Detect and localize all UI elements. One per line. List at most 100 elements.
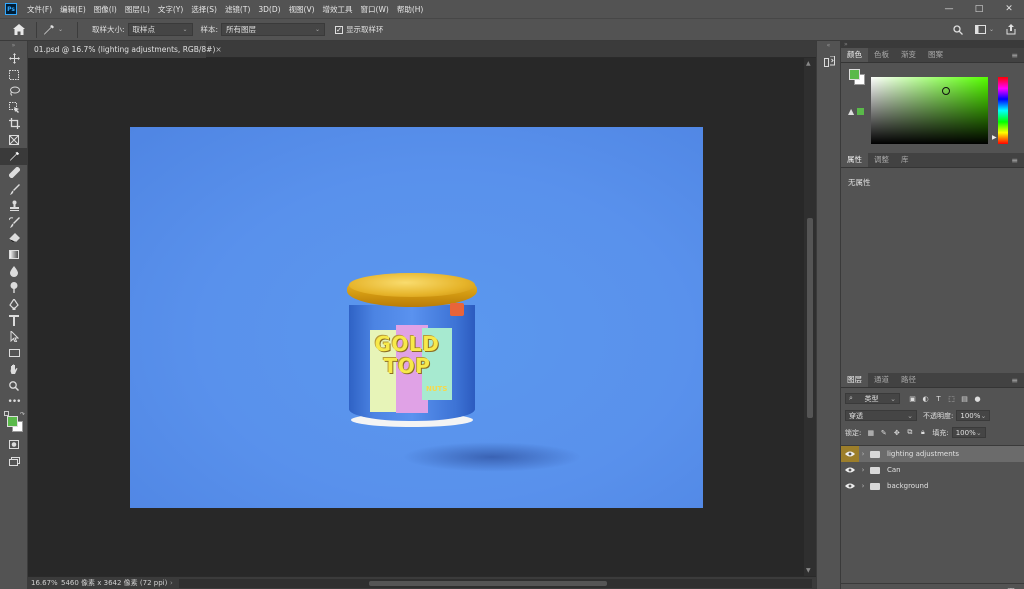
zoom-tool[interactable] [0, 378, 28, 394]
tab-adjustments[interactable]: 调整 [868, 153, 895, 167]
canvas-area[interactable]: GOLD TOP NUTS [28, 58, 804, 576]
close-tab-icon[interactable]: × [215, 45, 221, 54]
tab-paths[interactable]: 路径 [895, 373, 922, 387]
filter-smart-object-icon[interactable]: ▤ [958, 395, 971, 403]
menu-help[interactable]: 帮助(H) [393, 4, 428, 15]
scroll-down-icon[interactable]: ▼ [806, 567, 811, 574]
scroll-up-icon[interactable]: ▲ [806, 60, 811, 67]
document-tab[interactable]: 01.psd @ 16.7% (lighting adjustments, RG… [28, 41, 222, 58]
dodge-tool[interactable] [0, 279, 28, 295]
visibility-eye-icon[interactable] [841, 446, 859, 462]
filter-adjustment-icon[interactable]: ◐ [919, 395, 932, 403]
eyedropper-tool[interactable] [0, 148, 28, 165]
close-button[interactable]: ✕ [994, 4, 1024, 14]
menu-3d[interactable]: 3D(D) [254, 5, 284, 14]
gradient-tool[interactable] [0, 247, 28, 263]
panel-collapse-bar[interactable]: » [841, 41, 1024, 48]
toolbar-collapse-grip[interactable]: » [0, 41, 27, 50]
expand-chevron-icon[interactable]: › [859, 482, 867, 490]
vertical-scroll-thumb[interactable] [807, 218, 813, 418]
share-icon[interactable] [1006, 24, 1016, 35]
type-tool[interactable] [0, 312, 28, 328]
panel-menu-icon[interactable]: ≡ [1011, 51, 1018, 60]
swap-colors-icon[interactable]: ↷ [20, 411, 25, 418]
tab-color[interactable]: 颜色 [841, 48, 868, 62]
lasso-tool[interactable] [0, 83, 28, 99]
opacity-input[interactable]: 100% ⌄ [956, 410, 991, 421]
blur-tool[interactable] [0, 263, 28, 279]
vertical-scrollbar[interactable]: ▲ ▼ [804, 58, 816, 576]
expand-chevron-icon[interactable]: › [859, 466, 867, 474]
tab-libraries[interactable]: 库 [895, 153, 915, 167]
quick-mask-button[interactable] [0, 437, 28, 453]
clone-stamp-tool[interactable] [0, 198, 28, 214]
menu-type[interactable]: 文字(Y) [154, 4, 187, 15]
rectangle-tool[interactable] [0, 345, 28, 361]
pen-tool[interactable] [0, 296, 28, 312]
gamut-color-swatch[interactable] [857, 108, 864, 115]
menu-plugins[interactable]: 增效工具 [319, 4, 357, 15]
status-menu-arrow-icon[interactable]: › [170, 579, 173, 587]
zoom-level[interactable]: 16.67% [28, 579, 58, 587]
screen-mode-button[interactable] [0, 453, 28, 469]
layer-row-background[interactable]: › background [841, 478, 1024, 494]
lock-position-icon[interactable]: ✥ [890, 429, 903, 437]
workspace-button[interactable]: ⌄ [974, 25, 994, 34]
foreground-color-swatch[interactable] [7, 415, 18, 427]
marquee-tool[interactable] [0, 66, 28, 82]
layer-row-lighting-adjustments[interactable]: › lighting adjustments [841, 446, 1024, 462]
menu-edit[interactable]: 编辑(E) [56, 4, 90, 15]
search-icon[interactable] [953, 24, 963, 35]
out-of-gamut-warning-icon[interactable]: ▲ [848, 107, 854, 116]
visibility-eye-icon[interactable] [841, 462, 859, 478]
history-panel-button[interactable] [817, 52, 842, 70]
brush-tool[interactable] [0, 181, 28, 197]
filter-toggle-icon[interactable]: ● [971, 395, 984, 403]
horizontal-scroll-thumb[interactable] [368, 580, 607, 586]
filter-shape-icon[interactable]: ⬚ [945, 395, 958, 403]
menu-select[interactable]: 选择(S) [187, 4, 221, 15]
menu-filter[interactable]: 滤镜(T) [221, 4, 254, 15]
visibility-eye-icon[interactable] [841, 478, 859, 494]
color-picker-ring[interactable] [942, 87, 950, 95]
horizontal-scrollbar[interactable] [178, 578, 812, 588]
show-ring-checkbox[interactable]: ✓ [335, 25, 344, 34]
healing-brush-tool[interactable] [0, 165, 28, 181]
hand-tool[interactable] [0, 361, 28, 377]
sample-size-select[interactable]: 取样点 ⌄ [127, 23, 193, 36]
tool-preset-picker[interactable]: ⌄ [43, 24, 71, 36]
hue-slider-pointer-icon[interactable]: ▶ [992, 134, 997, 141]
menu-image[interactable]: 图像(I) [90, 4, 121, 15]
lock-transparent-icon[interactable]: ▦ [864, 429, 877, 437]
path-selection-tool[interactable] [0, 329, 28, 345]
lock-all-icon[interactable]: 🔒︎ [916, 428, 929, 437]
layer-kind-filter[interactable]: ⌕ 类型 ⌄ [845, 393, 900, 404]
lock-pixels-icon[interactable]: ✎ [877, 429, 890, 437]
minimize-button[interactable]: — [934, 4, 964, 14]
panel-menu-icon[interactable]: ≡ [1011, 156, 1018, 165]
tab-gradients[interactable]: 渐变 [895, 48, 922, 62]
filter-pixel-icon[interactable]: ▣ [906, 395, 919, 403]
move-tool[interactable] [0, 50, 28, 66]
color-picker-field[interactable] [871, 77, 988, 144]
history-brush-tool[interactable] [0, 214, 28, 230]
tab-swatches[interactable]: 色板 [868, 48, 895, 62]
layer-row-can[interactable]: › Can [841, 462, 1024, 478]
strip-collapse-grip[interactable]: « [817, 41, 840, 50]
tab-patterns[interactable]: 图案 [922, 48, 949, 62]
menu-layer[interactable]: 图层(L) [121, 4, 154, 15]
lock-artboard-icon[interactable]: ⧉ [903, 428, 916, 437]
sample-select[interactable]: 所有图层 ⌄ [221, 23, 326, 36]
expand-chevron-icon[interactable]: › [859, 450, 867, 458]
tab-layers[interactable]: 图层 [841, 373, 868, 387]
menu-view[interactable]: 视图(V) [285, 4, 319, 15]
crop-tool[interactable] [0, 116, 28, 132]
menu-file[interactable]: 文件(F) [23, 4, 56, 15]
object-selection-tool[interactable] [0, 99, 28, 115]
maximize-button[interactable]: □ [964, 4, 994, 14]
more-tools-button[interactable]: ••• [0, 394, 28, 410]
panel-foreground-swatch[interactable] [849, 69, 860, 80]
hue-slider[interactable] [998, 77, 1008, 144]
filter-type-icon[interactable]: T [932, 395, 945, 403]
blend-mode-select[interactable]: 穿透 ⌄ [845, 410, 917, 421]
